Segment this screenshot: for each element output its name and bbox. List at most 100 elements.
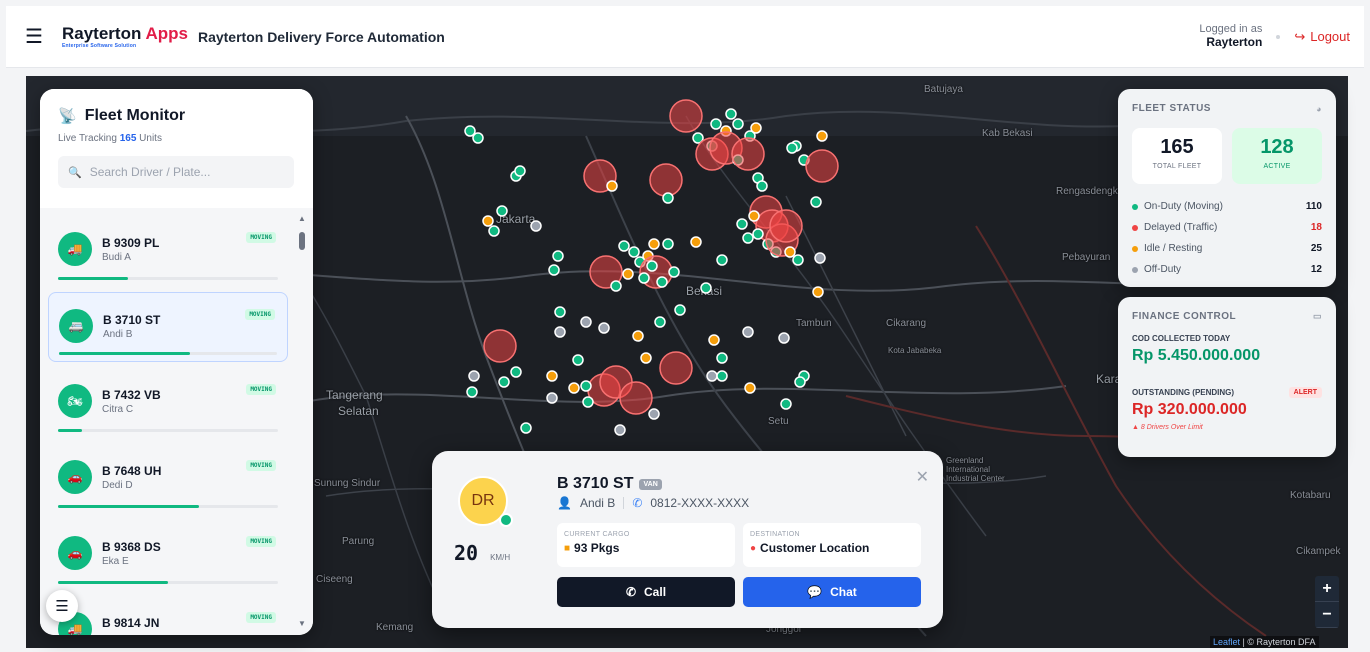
vehicle-marker[interactable] (750, 122, 762, 134)
vehicle-marker[interactable] (812, 286, 824, 298)
vehicle-marker[interactable] (662, 238, 674, 250)
vehicle-marker[interactable] (554, 326, 566, 338)
delayed-vehicle-marker[interactable] (483, 329, 517, 363)
vehicle-marker[interactable] (780, 398, 792, 410)
vehicle-marker[interactable] (552, 250, 564, 262)
scrollbar[interactable]: ▲ ▼ (297, 214, 307, 628)
vehicle-marker[interactable] (716, 352, 728, 364)
search-input[interactable] (89, 165, 280, 179)
vehicle-marker[interactable] (816, 130, 828, 142)
vehicle-marker[interactable] (580, 316, 592, 328)
vehicle-marker[interactable] (648, 238, 660, 250)
vehicle-marker[interactable] (794, 376, 806, 388)
vehicle-marker[interactable] (690, 236, 702, 248)
vehicle-marker[interactable] (742, 326, 754, 338)
vehicle-marker[interactable] (472, 132, 484, 144)
vehicle-marker[interactable] (654, 316, 666, 328)
vehicle-marker[interactable] (632, 330, 644, 342)
vehicle-marker[interactable] (622, 268, 634, 280)
vehicle-marker[interactable] (514, 165, 526, 177)
vehicle-marker[interactable] (756, 180, 768, 192)
delayed-vehicle-marker[interactable] (649, 163, 683, 197)
hamburger-menu-icon[interactable]: ☰ (20, 23, 48, 51)
close-icon[interactable]: ✕ (916, 467, 929, 487)
vehicle-marker[interactable] (618, 240, 630, 252)
delayed-vehicle-marker[interactable] (805, 149, 839, 183)
vehicle-marker[interactable] (548, 264, 560, 276)
vehicle-marker[interactable] (674, 304, 686, 316)
vehicle-marker[interactable] (614, 424, 626, 436)
vehicle-marker[interactable] (732, 118, 744, 130)
vehicle-marker[interactable] (810, 196, 822, 208)
delayed-vehicle-marker[interactable] (731, 137, 765, 171)
vehicle-marker[interactable] (568, 382, 580, 394)
zoom-in-button[interactable]: + (1315, 576, 1339, 602)
vehicle-list[interactable]: 🚚 B 9309 PL Budi A MOVING 🚐 B 3710 ST An… (40, 208, 313, 635)
vehicle-marker[interactable] (742, 232, 754, 244)
vehicle-marker[interactable] (640, 352, 652, 364)
scroll-thumb[interactable] (299, 232, 305, 250)
vehicle-list-item[interactable]: 🚗 B 9368 DS Eka E MOVING (48, 520, 288, 590)
driver-name: Andi B (579, 496, 616, 510)
vehicle-marker[interactable] (628, 246, 640, 258)
vehicle-marker[interactable] (786, 142, 798, 154)
vehicle-list-item[interactable]: 🚚 B 9309 PL Budi A MOVING (48, 216, 288, 286)
leaflet-link[interactable]: Leaflet (1213, 637, 1240, 647)
vehicle-marker[interactable] (598, 322, 610, 334)
vehicle-marker[interactable] (554, 306, 566, 318)
vehicle-marker[interactable] (736, 218, 748, 230)
vehicle-list-item[interactable]: 🚐 B 3710 ST Andi B MOVING (48, 292, 288, 362)
vehicle-marker[interactable] (668, 266, 680, 278)
vehicle-marker[interactable] (748, 210, 760, 222)
vehicle-marker[interactable] (706, 370, 718, 382)
vehicle-marker[interactable] (778, 332, 790, 344)
vehicle-marker[interactable] (606, 180, 618, 192)
vehicle-marker[interactable] (784, 246, 796, 258)
scroll-down-icon[interactable]: ▼ (297, 619, 307, 628)
scroll-up-icon[interactable]: ▲ (297, 214, 307, 223)
vehicle-marker[interactable] (466, 386, 478, 398)
status-row-idle: Idle / Resting 25 (1132, 238, 1322, 259)
vehicle-list-item[interactable]: 🚗 B 7648 UH Dedi D MOVING (48, 444, 288, 514)
vehicle-marker[interactable] (716, 370, 728, 382)
vehicle-marker[interactable] (700, 282, 712, 294)
vehicle-marker[interactable] (752, 228, 764, 240)
vehicle-marker[interactable] (498, 376, 510, 388)
vehicle-marker[interactable] (468, 370, 480, 382)
vehicle-list-item[interactable]: 🚚 B 9814 JN MOVING (48, 596, 288, 635)
vehicle-marker[interactable] (530, 220, 542, 232)
vehicle-marker[interactable] (656, 276, 668, 288)
vehicle-marker[interactable] (638, 272, 650, 284)
vehicle-marker[interactable] (482, 215, 494, 227)
vehicle-marker[interactable] (546, 370, 558, 382)
vehicle-marker[interactable] (580, 380, 592, 392)
logout-button[interactable]: ↪ Logout (1294, 29, 1350, 45)
vehicle-marker[interactable] (792, 254, 804, 266)
vehicle-marker[interactable] (610, 280, 622, 292)
vehicle-marker[interactable] (814, 252, 826, 264)
zoom-out-button[interactable]: − (1315, 602, 1339, 628)
vehicle-marker[interactable] (744, 382, 756, 394)
list-toggle-button[interactable]: ☰ (46, 590, 78, 622)
vehicle-marker[interactable] (572, 354, 584, 366)
vehicle-marker[interactable] (708, 334, 720, 346)
vehicle-list-item[interactable]: 🏍 B 7432 VB Citra C MOVING (48, 368, 288, 438)
vehicle-marker[interactable] (716, 254, 728, 266)
delayed-vehicle-marker[interactable] (769, 209, 803, 243)
vehicle-marker[interactable] (546, 392, 558, 404)
vehicle-marker[interactable] (496, 205, 508, 217)
chat-button[interactable]: 💬 Chat (743, 577, 921, 607)
vehicle-marker[interactable] (646, 260, 658, 272)
vehicle-marker[interactable] (710, 118, 722, 130)
vehicle-marker[interactable] (582, 396, 594, 408)
vehicle-marker[interactable] (488, 225, 500, 237)
vehicle-marker[interactable] (725, 108, 737, 120)
delayed-vehicle-marker[interactable] (669, 99, 703, 133)
vehicle-marker[interactable] (510, 366, 522, 378)
delayed-vehicle-marker[interactable] (659, 351, 693, 385)
vehicle-marker[interactable] (648, 408, 660, 420)
call-button[interactable]: ✆ Call (557, 577, 735, 607)
vehicle-marker[interactable] (520, 422, 532, 434)
vehicle-marker[interactable] (662, 192, 674, 204)
delayed-vehicle-marker[interactable] (619, 381, 653, 415)
